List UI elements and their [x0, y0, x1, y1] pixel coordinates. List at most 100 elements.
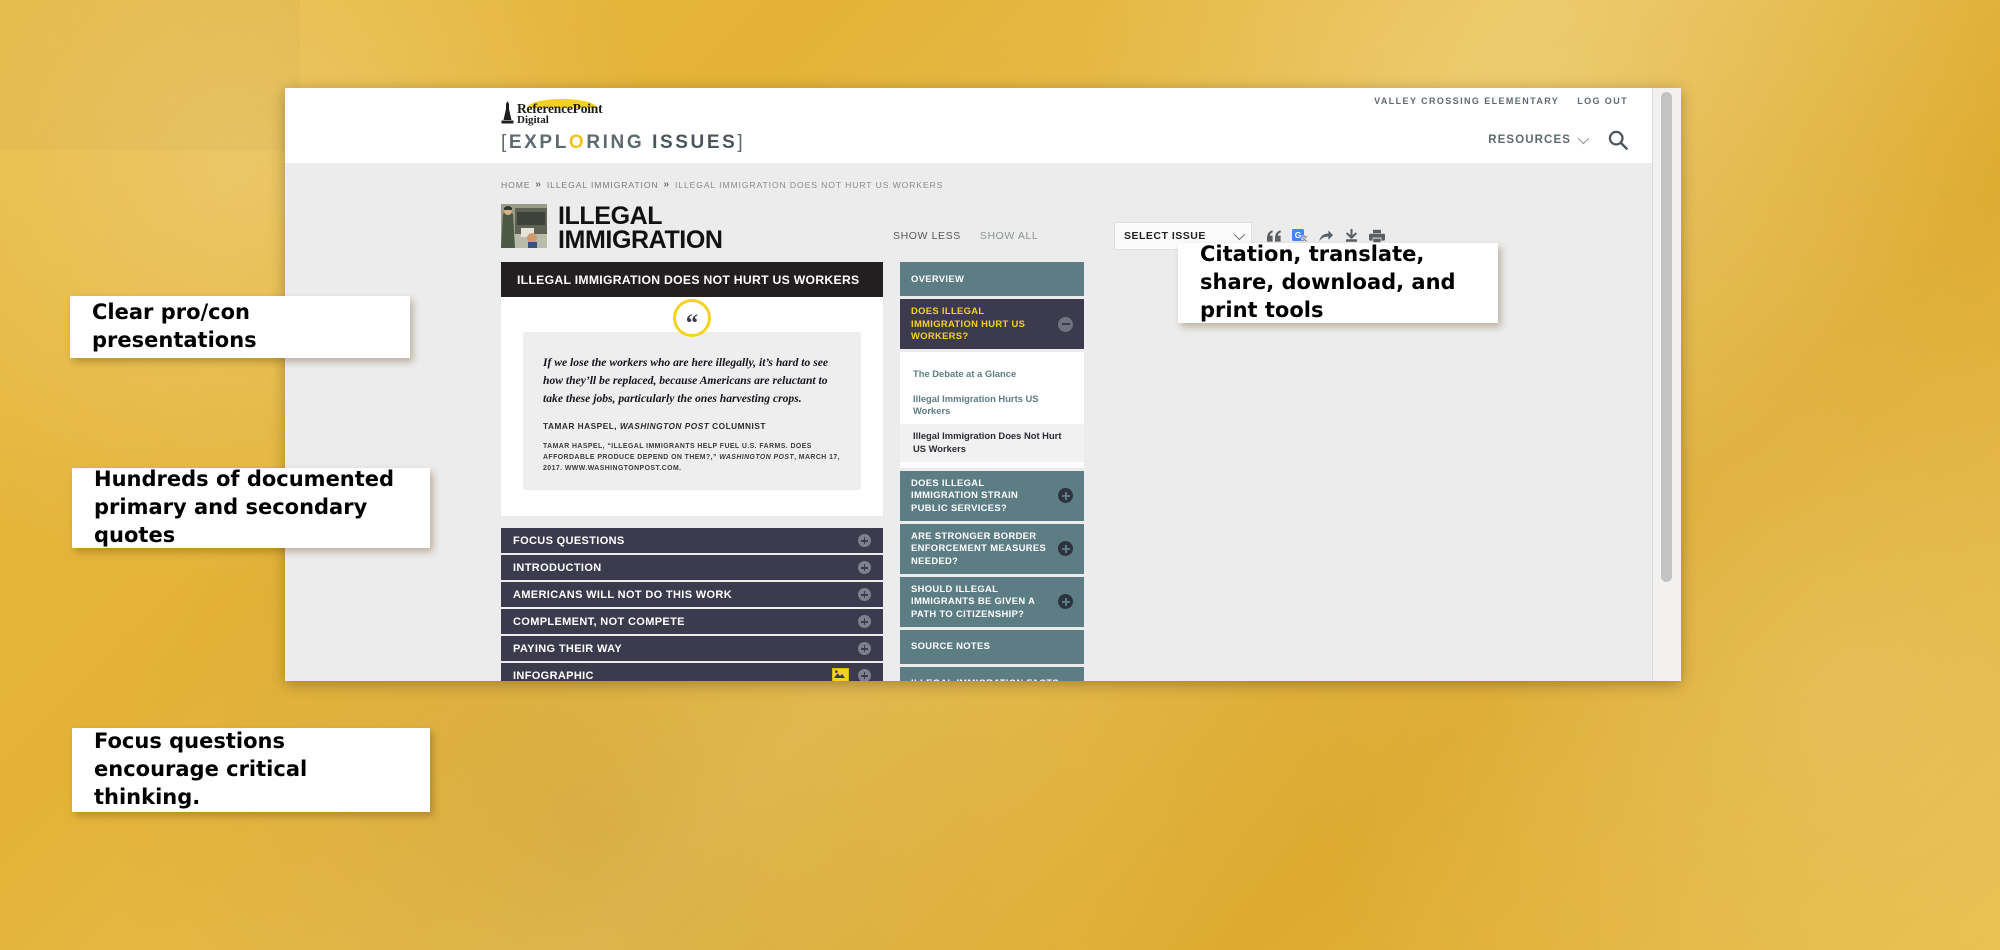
- utility-bar: VALLEY CROSSING ELEMENTARY LOG OUT: [1374, 96, 1628, 106]
- show-less-button[interactable]: SHOW LESS: [893, 230, 961, 242]
- sidebar-item-facts[interactable]: ILLEGAL IMMIGRATION FACTS: [900, 666, 1084, 681]
- sidebar-label: OVERVIEW: [911, 272, 965, 284]
- quote-citation: TAMAR HASPEL, “ILLEGAL IMMIGRANTS HELP F…: [543, 441, 841, 474]
- quote-box: If we lose the workers who are here ille…: [523, 332, 861, 491]
- sidebar-label: SOURCE NOTES: [911, 640, 991, 652]
- breadcrumb-level2[interactable]: ILLEGAL IMMIGRATION: [547, 180, 659, 190]
- page-title: ILLEGAL IMMIGRATION: [558, 202, 723, 254]
- sidebar-item-source-notes[interactable]: SOURCE NOTES: [900, 629, 1084, 664]
- attribution-name: TAMAR HASPEL,: [543, 420, 618, 431]
- logo-text-secondary: Digital: [517, 113, 549, 126]
- sidebar-label: DOES ILLEGAL IMMIGRATION STRAIN PUBLIC S…: [911, 476, 1019, 513]
- sidebar-item-overview[interactable]: OVERVIEW: [900, 262, 1084, 296]
- nav-resources-label: RESOURCES: [1488, 134, 1571, 146]
- vertical-scrollbar[interactable]: [1652, 88, 1681, 681]
- breadcrumb-current: ILLEGAL IMMIGRATION DOES NOT HURT US WOR…: [674, 179, 944, 190]
- site-logo[interactable]: ReferencePoint Digital: [501, 99, 621, 126]
- breadcrumb-home[interactable]: HOME: [501, 180, 530, 190]
- chevron-down-icon: [1577, 132, 1590, 145]
- sidebar-sublist: The Debate at a Glance Illegal Immigrati…: [900, 352, 1084, 468]
- plus-icon[interactable]: [858, 615, 871, 629]
- accordion-label: PAYING THEIR WAY: [513, 642, 623, 655]
- exploring-issues-wordmark: [EXPLORING ISSUES]: [501, 132, 745, 154]
- accordion-row[interactable]: INTRODUCTION: [501, 555, 883, 581]
- page-title-line1: ILLEGAL: [558, 202, 663, 230]
- attribution-role: COLUMNIST: [712, 420, 766, 431]
- browser-window: VALLEY CROSSING ELEMENTARY LOG OUT Refer…: [285, 88, 1681, 681]
- quote-attribution: TAMAR HASPEL, WASHINGTON POST COLUMNIST: [543, 421, 841, 431]
- callout-text: Focus questions encourage critical think…: [94, 729, 308, 809]
- chevron-down-icon: [1233, 228, 1246, 241]
- accordion-label: INFOGRAPHIC: [513, 669, 594, 681]
- accordion-row[interactable]: INFOGRAPHIC: [501, 663, 883, 681]
- plus-icon[interactable]: [1058, 541, 1073, 557]
- section-accordion: FOCUS QUESTIONS INTRODUCTION AMERICANS W…: [501, 528, 883, 681]
- plus-icon[interactable]: [1058, 594, 1073, 610]
- sidebar-subitem-current[interactable]: Illegal Immigration Does Not Hurt US Wor…: [900, 424, 1084, 462]
- accordion-label: AMERICANS WILL NOT DO THIS WORK: [513, 588, 733, 601]
- sidebar-label: DOES ILLEGAL IMMIGRATION HURT US WORKERS…: [911, 305, 1026, 342]
- show-all-button[interactable]: SHOW ALL: [980, 230, 1038, 242]
- plus-icon[interactable]: [858, 642, 871, 656]
- accordion-row[interactable]: AMERICANS WILL NOT DO THIS WORK: [501, 582, 883, 608]
- attribution-publication: WASHINGTON POST: [619, 420, 710, 431]
- callout-text: Clear pro/con presentations: [92, 300, 257, 352]
- plus-icon[interactable]: [858, 561, 871, 575]
- sidebar-label: ARE STRONGER BORDER ENFORCEMENT MEASURES…: [911, 529, 1047, 566]
- quote-mark-icon: “: [673, 299, 711, 337]
- sidebar-subitem[interactable]: Illegal Immigration Hurts US Workers: [900, 387, 1084, 424]
- site-header: VALLEY CROSSING ELEMENTARY LOG OUT Refer…: [285, 88, 1653, 163]
- breadcrumb-separator: »: [535, 179, 542, 190]
- main-column: ILLEGAL IMMIGRATION DOES NOT HURT US WOR…: [501, 262, 883, 681]
- sidebar-label: SHOULD ILLEGAL IMMIGRANTS BE GIVEN A PAT…: [911, 582, 1035, 619]
- issue-sidebar: OVERVIEW DOES ILLEGAL IMMIGRATION HURT U…: [900, 262, 1084, 681]
- account-name: VALLEY CROSSING ELEMENTARY: [1374, 96, 1560, 106]
- paper-grain-texture: [0, 0, 300, 150]
- web-page-viewport: VALLEY CROSSING ELEMENTARY LOG OUT Refer…: [285, 88, 1653, 681]
- accordion-label: FOCUS QUESTIONS: [513, 534, 625, 547]
- callout-pro-con: Clear pro/con presentations: [70, 296, 410, 358]
- show-controls: SHOW LESS SHOW ALL: [893, 230, 1038, 242]
- plus-icon[interactable]: [858, 534, 871, 548]
- sidebar-item-active-question[interactable]: DOES ILLEGAL IMMIGRATION HURT US WORKERS…: [900, 299, 1084, 350]
- accordion-label: COMPLEMENT, NOT COMPETE: [513, 615, 685, 628]
- sidebar-subitem[interactable]: The Debate at a Glance: [900, 362, 1084, 387]
- topic-thumbnail-image: [501, 204, 547, 248]
- sidebar-item-question[interactable]: ARE STRONGER BORDER ENFORCEMENT MEASURES…: [900, 523, 1084, 574]
- plus-icon[interactable]: [858, 669, 871, 681]
- citation-publication: WASHINGTON POST: [719, 453, 795, 461]
- accordion-label: INTRODUCTION: [513, 561, 602, 574]
- article-heading: ILLEGAL IMMIGRATION DOES NOT HURT US WOR…: [501, 262, 883, 297]
- lighthouse-icon: [501, 100, 514, 124]
- accordion-row[interactable]: PAYING THEIR WAY: [501, 636, 883, 662]
- breadcrumb-separator: »: [663, 179, 670, 190]
- wordmark-expl: EXPL: [508, 132, 569, 153]
- main-nav: RESOURCES: [1488, 130, 1628, 150]
- sidebar-item-question[interactable]: SHOULD ILLEGAL IMMIGRANTS BE GIVEN A PAT…: [900, 576, 1084, 627]
- image-icon[interactable]: [832, 668, 849, 681]
- callout-text: Hundreds of documented primary and secon…: [94, 467, 395, 547]
- minus-icon[interactable]: [1058, 316, 1073, 332]
- scrollbar-thumb[interactable]: [1661, 92, 1672, 582]
- nav-resources[interactable]: RESOURCES: [1488, 132, 1590, 146]
- accordion-row[interactable]: COMPLEMENT, NOT COMPETE: [501, 609, 883, 635]
- wordmark-issues: ISSUES: [652, 132, 738, 153]
- plus-icon[interactable]: [1058, 488, 1073, 504]
- logout-link[interactable]: LOG OUT: [1577, 96, 1628, 106]
- wordmark-o: O: [568, 132, 587, 153]
- bracket-close: ]: [737, 132, 746, 153]
- quote-text: If we lose the workers who are here ille…: [543, 356, 829, 405]
- sidebar-item-question[interactable]: DOES ILLEGAL IMMIGRATION STRAIN PUBLIC S…: [900, 470, 1084, 521]
- page-title-line2: IMMIGRATION: [558, 226, 723, 254]
- breadcrumb: HOME » ILLEGAL IMMIGRATION » ILLEGAL IMM…: [285, 163, 1653, 190]
- wordmark-ring: RING: [586, 132, 645, 153]
- callout-text: Citation, translate, share, download, an…: [1200, 242, 1456, 322]
- search-icon[interactable]: [1608, 130, 1628, 150]
- callout-quotes: Hundreds of documented primary and secon…: [72, 467, 430, 548]
- plus-icon[interactable]: [858, 588, 871, 602]
- callout-focus-questions: Focus questions encourage critical think…: [72, 728, 430, 812]
- quote-card: “ If we lose the workers who are here il…: [501, 297, 883, 517]
- accordion-row[interactable]: FOCUS QUESTIONS: [501, 528, 883, 554]
- bracket-open: [: [501, 132, 509, 153]
- sidebar-label: ILLEGAL IMMIGRATION FACTS: [911, 677, 1073, 681]
